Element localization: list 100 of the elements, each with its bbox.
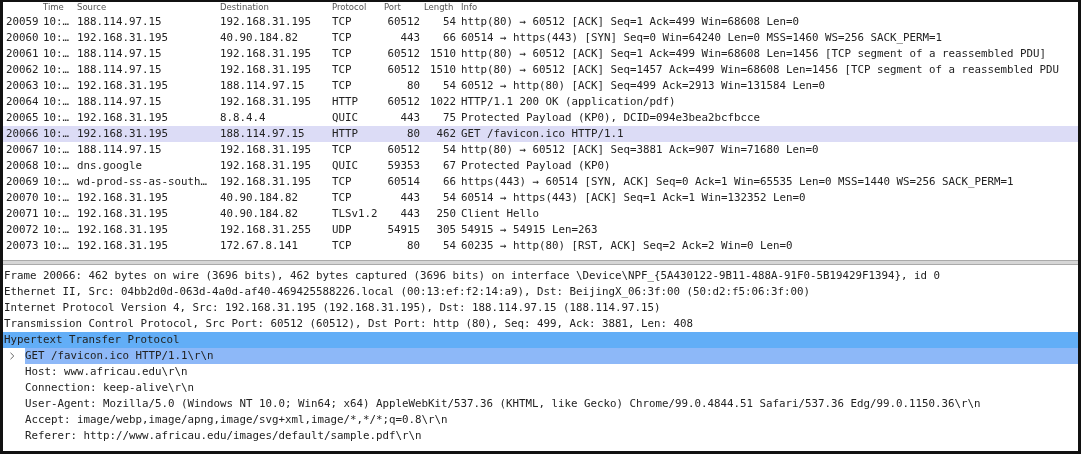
table-cell-text: 10:… <box>43 30 70 46</box>
tree-item[interactable]: Connection: keep-alive\r\n <box>3 380 1078 396</box>
table-cell-text: 192.168.31.195 <box>220 142 312 158</box>
table-cell-text: 75 <box>442 110 457 126</box>
table-cell-text: 188.114.97.15 <box>77 46 163 62</box>
packet-row[interactable]: 20062 10:… 188.114.97.15 192.168.31.195 TCP 60512 1510 http(80) → 60512 [ACK] Seq=1457 Ack=499 Win=68608 Len=1456 [TCP segment of a reassembled PDU <box>3 62 1078 78</box>
packet-row[interactable]: 20068 10:… dns.google 192.168.31.195 QUIC 59353 67 Protected Payload (KP0) <box>3 158 1078 174</box>
tree-item-text: Ethernet II, Src: 04bb2d0d-063d-4a0d-af40-469425588226.local (00:13:ef:f2:14:a9), Dst: BeijingX_06:3f:00 (50:d2:f5:06:3f:00) <box>4 284 811 300</box>
tree-item-text: Connection: keep-alive\r\n <box>25 380 194 396</box>
tree-item[interactable]: Host: www.africau.edu\r\n <box>3 364 1078 380</box>
packet-row[interactable]: 20071 10:… 192.168.31.195 40.90.184.82 TLSv1.2 443 250 Client Hello <box>3 206 1078 222</box>
table-cell-text: 192.168.31.255 <box>220 222 312 238</box>
table-cell-text: 8.8.4.4 <box>220 110 267 126</box>
packet-row[interactable]: 20067 10:… 188.114.97.15 192.168.31.195 TCP 60512 54 http(80) → 60512 [ACK] Seq=3881 Ack=907 Win=71680 Len=0 <box>3 142 1078 158</box>
tree-item-text: Accept: image/webp,image/apng,image/svg+xml,image/*,*/*;q=0.8\r\n <box>25 412 448 428</box>
chevron-icon[interactable] <box>9 352 15 360</box>
table-cell-text: 10:… <box>43 14 70 30</box>
table-cell-text: 60514 → https(443) [SYN] Seq=0 Win=64240 Len=0 MSS=1460 WS=256 SACK_PERM=1 <box>460 30 944 46</box>
table-cell-text: 443 <box>399 110 421 126</box>
table-cell-text: 20061 <box>5 46 40 62</box>
table-cell-text: 10:… <box>43 126 70 142</box>
column-header[interactable]: Time <box>43 2 77 14</box>
table-cell-text: 10:… <box>43 174 70 190</box>
packet-row[interactable]: 20070 10:… 192.168.31.195 40.90.184.82 TCP 443 54 60514 → https(443) [ACK] Seq=1 Ack=1 Win=132352 Len=0 <box>3 190 1078 206</box>
table-cell-text: 10:… <box>43 206 70 222</box>
table-cell-text: 10:… <box>43 62 70 78</box>
table-cell-text: 188.114.97.15 <box>77 94 163 110</box>
column-header[interactable]: Port <box>384 2 424 14</box>
tree-item[interactable]: Hypertext Transfer Protocol <box>3 332 1078 348</box>
table-cell-text: 54 <box>442 238 457 254</box>
table-cell-text: 60512 <box>386 94 421 110</box>
packet-row[interactable]: 20072 10:… 192.168.31.195 192.168.31.255 UDP 54915 305 54915 → 54915 Len=263 <box>3 222 1078 238</box>
packet-row[interactable]: 20064 10:… 188.114.97.15 192.168.31.195 HTTP 60512 1022 HTTP/1.1 200 OK (application/pdf) <box>3 94 1078 110</box>
table-cell-text: 20067 <box>5 142 40 158</box>
packet-row[interactable]: 20066 10:… 192.168.31.195 188.114.97.15 HTTP 80 462 GET /favicon.ico HTTP/1.1 <box>3 126 1078 142</box>
column-header[interactable]: Info <box>460 2 1078 14</box>
table-cell-text: 20073 <box>5 238 40 254</box>
table-cell-text: 192.168.31.195 <box>220 158 312 174</box>
table-cell-text: http(80) → 60512 [ACK] Seq=1 Ack=499 Win=68608 Len=0 <box>460 14 800 30</box>
packet-row[interactable]: 20061 10:… 188.114.97.15 192.168.31.195 TCP 60512 1510 http(80) → 60512 [ACK] Seq=1 Ack=499 Win=68608 Len=1456 [TCP segment of a reassembled PDU] <box>3 46 1078 62</box>
table-cell-text: Protected Payload (KP0), DCID=094e3bea2bcfbcce <box>460 110 761 126</box>
table-cell-text: 10:… <box>43 222 70 238</box>
column-header[interactable]: Source <box>77 2 220 14</box>
packet-row[interactable]: 20063 10:… 192.168.31.195 188.114.97.15 TCP 80 54 60512 → http(80) [ACK] Seq=499 Ack=2913 Win=131584 Len=0 <box>3 78 1078 94</box>
table-cell-text: 80 <box>406 78 421 94</box>
table-cell-text: dns.google <box>77 158 143 174</box>
table-cell-text: 192.168.31.195 <box>220 62 312 78</box>
table-cell-text: 10:… <box>43 190 70 206</box>
table-cell-text: 192.168.31.195 <box>77 78 169 94</box>
table-cell-text: 60235 → http(80) [RST, ACK] Seq=2 Ack=2 Win=0 Len=0 <box>460 238 794 254</box>
column-header[interactable]: Destination <box>220 2 332 14</box>
tree-item[interactable]: Transmission Control Protocol, Src Port: 60512 (60512), Dst Port: http (80), Seq: 499, Ack: 3881, Len: 408 <box>3 316 1078 332</box>
table-cell-text: HTTP <box>332 94 359 110</box>
tree-item-text: Internet Protocol Version 4, Src: 192.168.31.195 (192.168.31.195), Dst: 188.114.97.15 (188.114.97.15) <box>4 300 661 316</box>
table-cell-text: 20060 <box>5 30 40 46</box>
table-cell-text: 54915 <box>386 222 421 238</box>
table-cell-text: 20070 <box>5 190 40 206</box>
table-cell-text: 1510 <box>429 46 457 62</box>
table-cell-text: 188.114.97.15 <box>220 78 306 94</box>
tree-item[interactable]: Accept: image/webp,image/apng,image/svg+xml,image/*,*/*;q=0.8\r\n <box>3 412 1078 428</box>
packet-row[interactable]: 20069 10:… wd-prod-ss-as-south… 192.168.31.195 TCP 60514 66 https(443) → 60514 [SYN, ACK] Seq=0 Ack=1 Win=65535 Len=0 MSS=1440 WS=256 SACK_PERM=1 <box>3 174 1078 190</box>
table-cell-text: 20066 <box>5 126 40 142</box>
table-cell-text: 10:… <box>43 78 70 94</box>
table-cell-text: 188.114.97.15 <box>77 142 163 158</box>
table-cell-text: 192.168.31.195 <box>77 206 169 222</box>
table-cell-text: http(80) → 60512 [ACK] Seq=1 Ack=499 Win=68608 Len=1456 [TCP segment of a reassembled PDU] <box>460 46 1048 62</box>
table-cell-text: 20064 <box>5 94 40 110</box>
table-cell-text: TCP <box>332 30 353 46</box>
table-cell-text: 10:… <box>43 238 70 254</box>
packet-row[interactable]: 20065 10:… 192.168.31.195 8.8.4.4 QUIC 443 75 Protected Payload (KP0), DCID=094e3bea2bcfbcce <box>3 110 1078 126</box>
table-cell-text: 54915 → 54915 Len=263 <box>460 222 599 238</box>
tree-item[interactable]: Referer: http://www.africau.edu/images/default/sample.pdf\r\n <box>3 428 1078 444</box>
tree-item-text: Hypertext Transfer Protocol <box>4 332 180 348</box>
table-cell-text: 188.114.97.15 <box>77 62 163 78</box>
table-cell-text: HTTP <box>332 126 359 142</box>
tree-item[interactable]: Internet Protocol Version 4, Src: 192.168.31.195 (192.168.31.195), Dst: 188.114.97.15 (188.114.97.15) <box>3 300 1078 316</box>
packet-row[interactable]: 20073 10:… 192.168.31.195 172.67.8.141 TCP 80 54 60235 → http(80) [RST, ACK] Seq=2 Ack=2 Win=0 Len=0 <box>3 238 1078 254</box>
tree-item[interactable]: Ethernet II, Src: 04bb2d0d-063d-4a0d-af40-469425588226.local (00:13:ef:f2:14:a9), Dst: BeijingX_06:3f:00 (50:d2:f5:06:3f:00) <box>3 284 1078 300</box>
table-cell-text: 192.168.31.195 <box>220 94 312 110</box>
tree-item-text: Host: www.africau.edu\r\n <box>25 364 188 380</box>
packet-row[interactable]: 20060 10:… 192.168.31.195 40.90.184.82 TCP 443 66 60514 → https(443) [SYN] Seq=0 Win=64240 Len=0 MSS=1460 WS=256 SACK_PERM=1 <box>3 30 1078 46</box>
table-cell-text: 192.168.31.195 <box>77 110 169 126</box>
table-cell-text: 59353 <box>386 158 421 174</box>
table-cell-text: TCP <box>332 142 353 158</box>
table-cell-text: 250 <box>435 206 457 222</box>
table-cell-text: 20063 <box>5 78 40 94</box>
table-cell-text: 10:… <box>43 94 70 110</box>
table-cell-text: 20065 <box>5 110 40 126</box>
table-cell-text: 192.168.31.195 <box>220 46 312 62</box>
table-cell-text: 172.67.8.141 <box>220 238 299 254</box>
packet-row[interactable]: 20059 10:… 188.114.97.15 192.168.31.195 TCP 60512 54 http(80) → 60512 [ACK] Seq=1 Ack=499 Win=68608 Len=0 <box>3 14 1078 30</box>
column-header[interactable]: Length <box>424 2 460 14</box>
table-cell-text: 20072 <box>5 222 40 238</box>
table-cell-text: 60512 <box>386 14 421 30</box>
table-cell-text: 443 <box>399 206 421 222</box>
table-cell-text: 192.168.31.195 <box>220 14 312 30</box>
table-cell-text: http(80) → 60512 [ACK] Seq=1457 Ack=499 Win=68608 Len=1456 [TCP segment of a reassembled PDU <box>460 62 1061 78</box>
table-cell-text: 10:… <box>43 110 70 126</box>
column-header[interactable]: Protocol <box>332 2 384 14</box>
table-cell-text: 462 <box>435 126 457 142</box>
